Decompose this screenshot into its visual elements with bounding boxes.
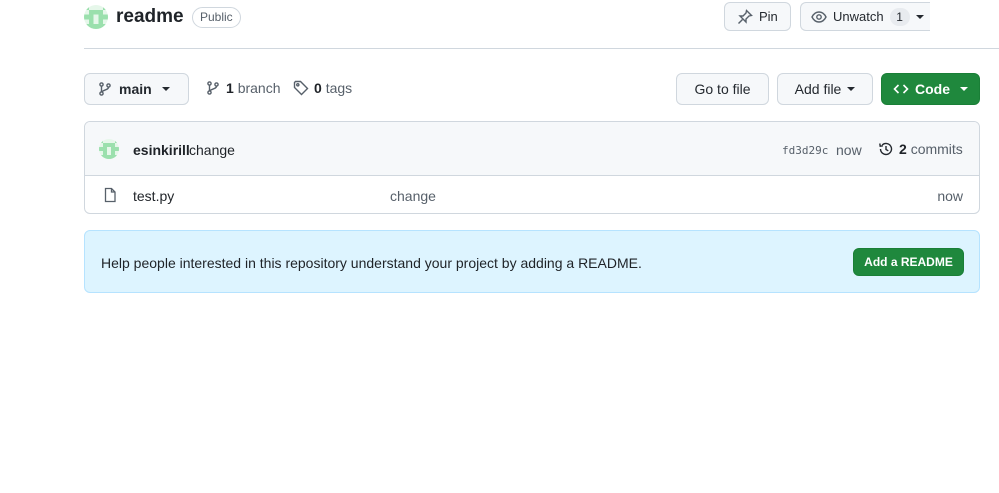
chevron-down-icon — [915, 14, 924, 19]
code-label: Code — [915, 81, 950, 97]
tag-word: tags — [325, 80, 353, 96]
commits-word: commits — [910, 141, 963, 157]
go-to-file-button[interactable]: Go to file — [676, 73, 769, 105]
commits-count: 2 — [899, 141, 907, 157]
file-name-link[interactable]: test.py — [133, 188, 174, 204]
commit-author-link[interactable]: esinkirill — [133, 142, 190, 158]
branch-word: branch — [237, 80, 281, 96]
chevron-down-icon — [847, 87, 856, 91]
visibility-badge: Public — [192, 7, 241, 28]
repo-name-link[interactable]: readme — [116, 6, 184, 28]
chevron-down-icon — [960, 87, 968, 91]
pin-label: Pin — [759, 9, 778, 24]
chevron-down-icon — [161, 87, 170, 91]
table-row: test.py change now — [85, 176, 979, 213]
readme-prompt-text: Help people interested in this repositor… — [101, 255, 642, 271]
add-file-button[interactable]: Add file — [777, 73, 873, 105]
add-file-label: Add file — [794, 81, 842, 97]
pin-button[interactable]: Pin — [724, 2, 791, 31]
commits-history-link[interactable]: 2 commits — [878, 141, 963, 157]
file-age: now — [937, 188, 963, 204]
avatar[interactable] — [99, 139, 119, 159]
branch-name: main — [119, 81, 152, 97]
file-icon — [104, 187, 116, 203]
file-browser: esinkirill change fd3d29c now 2 commits … — [84, 121, 980, 214]
go-to-file-label: Go to file — [694, 81, 751, 97]
history-icon — [879, 142, 893, 156]
branch-select-button[interactable]: main — [84, 73, 189, 105]
git-branch-icon — [99, 82, 111, 96]
commit-time: now — [836, 142, 862, 158]
unwatch-button[interactable]: Unwatch 1 — [800, 2, 930, 31]
file-commit-message-link[interactable]: change — [390, 188, 436, 204]
git-branch-icon — [207, 81, 219, 95]
unwatch-label: Unwatch — [833, 9, 884, 24]
tag-icon — [293, 80, 309, 96]
code-button[interactable]: Code — [881, 73, 980, 105]
branch-count: 1 — [226, 80, 234, 96]
branches-link[interactable]: 1 branch — [205, 80, 281, 96]
tag-count: 0 — [314, 80, 322, 96]
commit-message-link[interactable]: change — [189, 142, 235, 158]
repo-avatar — [84, 5, 108, 29]
eye-icon — [811, 10, 827, 23]
pin-icon — [738, 8, 753, 24]
add-readme-button[interactable]: Add a README — [853, 248, 964, 276]
code-icon — [893, 84, 909, 94]
watch-count: 1 — [889, 7, 910, 26]
add-readme-banner: Help people interested in this repositor… — [84, 230, 980, 293]
commit-sha-link[interactable]: fd3d29c — [782, 144, 828, 157]
tags-link[interactable]: 0 tags — [293, 80, 352, 96]
latest-commit-bar: esinkirill change fd3d29c now 2 commits — [85, 122, 979, 176]
